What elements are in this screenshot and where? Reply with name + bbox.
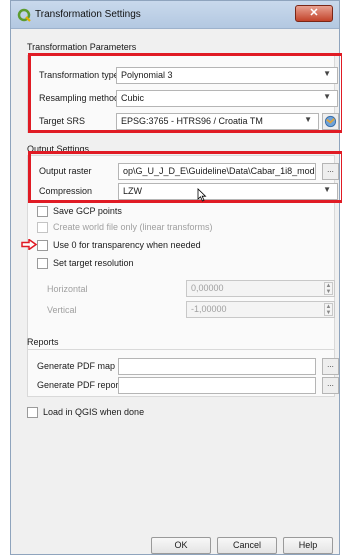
ok-button[interactable]: OK: [151, 537, 211, 554]
save-gcp-label: Save GCP points: [53, 206, 122, 216]
transformation-type-label: Transformation type: [39, 70, 119, 80]
section-reports: Reports: [27, 337, 59, 347]
mouse-cursor-icon: [197, 188, 207, 202]
use-zero-label: Use 0 for transparency when needed: [53, 240, 201, 250]
pdf-map-browse-button[interactable]: ...: [322, 358, 339, 375]
pdf-map-input[interactable]: [118, 358, 316, 375]
chevron-down-icon: ▼: [323, 92, 331, 101]
vertical-label: Vertical: [47, 305, 77, 315]
load-in-qgis-label: Load in QGIS when done: [43, 407, 145, 417]
globe-icon: [324, 115, 337, 128]
close-button[interactable]: ✕: [295, 5, 333, 22]
use-zero-transparency-checkbox[interactable]: Use 0 for transparency when needed: [37, 240, 201, 253]
checkbox-box: [37, 258, 48, 270]
select-crs-button[interactable]: [322, 113, 339, 130]
compression-label: Compression: [39, 186, 93, 196]
output-raster-label: Output raster: [39, 166, 92, 176]
world-file-label: Create world file only (linear transform…: [53, 222, 213, 232]
horizontal-spinbox[interactable]: 0,00000 ▲ ▼: [186, 280, 335, 297]
compression-combo[interactable]: LZW ▼: [118, 183, 338, 200]
output-raster-input[interactable]: op\G_U_J_D_E\Guideline\Data\Cabar_1i8_mo…: [118, 163, 316, 180]
output-raster-value: op\G_U_J_D_E\Guideline\Data\Cabar_1i8_mo…: [123, 166, 316, 176]
world-file-checkbox[interactable]: Create world file only (linear transform…: [37, 222, 213, 235]
red-arrow-icon: [21, 239, 37, 250]
chevron-down-icon: ▼: [304, 115, 312, 124]
chevron-down-icon: ▼: [323, 185, 331, 194]
cancel-button[interactable]: Cancel: [217, 537, 277, 554]
transformation-type-combo[interactable]: Polynomial 3 ▼: [116, 67, 338, 84]
pdf-report-label: Generate PDF report: [37, 380, 122, 390]
save-gcp-checkbox[interactable]: Save GCP points: [37, 206, 122, 219]
set-target-resolution-checkbox[interactable]: Set target resolution: [37, 258, 134, 271]
load-in-qgis-checkbox[interactable]: Load in QGIS when done: [27, 407, 144, 420]
target-srs-value: EPSG:3765 - HTRS96 / Croatia TM: [121, 116, 263, 126]
checkbox-box: [27, 407, 38, 419]
resampling-method-combo[interactable]: Cubic ▼: [116, 90, 338, 107]
compression-value: LZW: [123, 186, 142, 196]
spin-arrows-icon: ▲ ▼: [324, 282, 333, 295]
vertical-value: -1,00000: [191, 304, 227, 314]
chevron-down-icon: ▼: [323, 69, 331, 78]
checkbox-box: [37, 222, 48, 234]
title-bar: Transformation Settings ✕: [11, 1, 339, 29]
horizontal-value: 0,00000: [191, 283, 224, 293]
qgis-icon: [17, 8, 31, 22]
checkbox-box: [37, 240, 48, 252]
transformation-type-value: Polynomial 3: [121, 70, 173, 80]
pdf-map-label: Generate PDF map: [37, 361, 116, 371]
pdf-report-browse-button[interactable]: ...: [322, 377, 339, 394]
resampling-method-value: Cubic: [121, 93, 145, 103]
section-output-settings: Output Settings: [27, 144, 90, 154]
checkbox-box: [37, 206, 48, 218]
transformation-settings-dialog: Transformation Settings ✕ Transformation…: [10, 0, 342, 555]
dialog-title: Transformation Settings: [35, 9, 141, 20]
help-button[interactable]: Help: [283, 537, 333, 554]
target-srs-label: Target SRS: [39, 116, 86, 126]
section-transformation-parameters: Transformation Parameters: [27, 42, 137, 52]
spin-arrows-icon: ▲ ▼: [324, 303, 333, 316]
horizontal-label: Horizontal: [47, 284, 88, 294]
output-raster-browse-button[interactable]: ...: [322, 163, 339, 180]
set-target-resolution-label: Set target resolution: [53, 258, 134, 268]
vertical-spinbox[interactable]: -1,00000 ▲ ▼: [186, 301, 335, 318]
resampling-method-label: Resampling method: [39, 93, 120, 103]
pdf-report-input[interactable]: [118, 377, 316, 394]
target-srs-combo[interactable]: EPSG:3765 - HTRS96 / Croatia TM ▼: [116, 113, 319, 130]
